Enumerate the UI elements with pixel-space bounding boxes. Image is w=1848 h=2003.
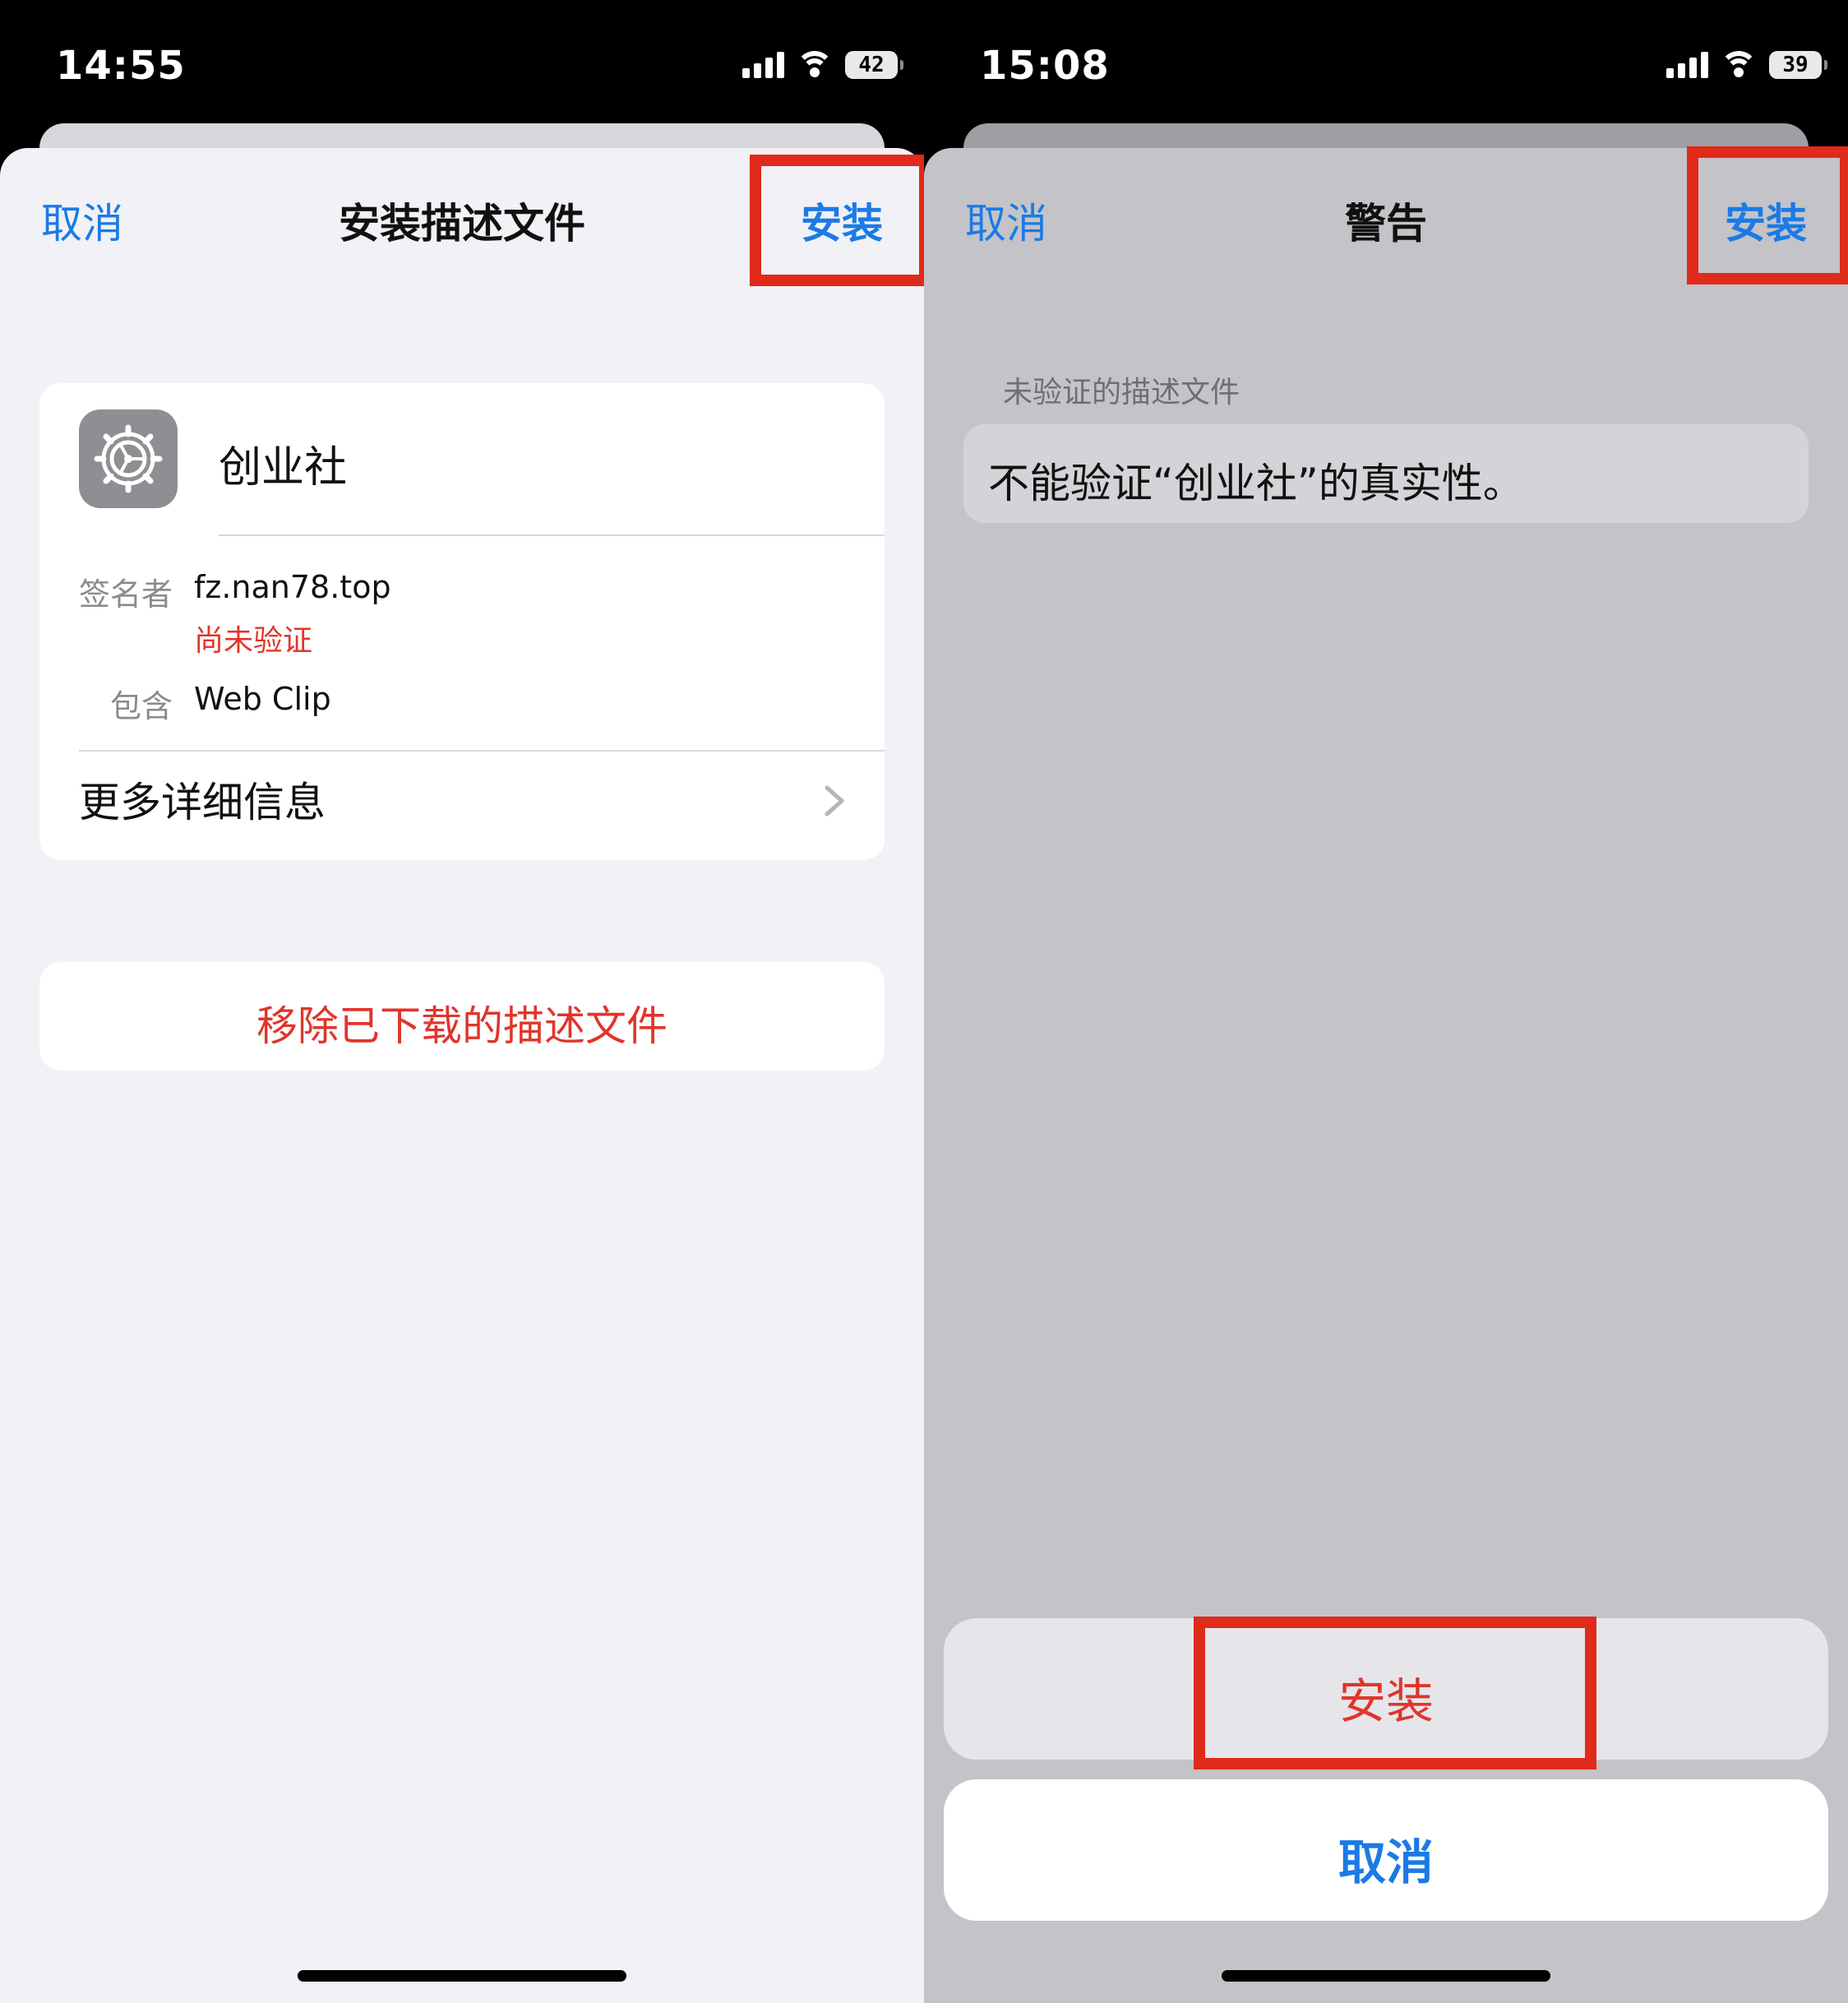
wifi-icon [796,51,834,79]
install-highlight-box [1687,146,1848,284]
status-icons: 39 [1666,51,1827,79]
signer-value: fz.nan78.top [194,569,391,605]
battery-level: 39 [1782,53,1809,77]
warning-message: 不能验证“创业社”的真实性。 [988,460,1524,507]
status-icons: 42 [742,51,903,79]
status-time: 15:08 [980,43,1110,89]
install-highlight-box [750,155,924,286]
cellular-signal-icon [1666,52,1708,78]
action-install-highlight-box [1194,1617,1596,1769]
status-time: 14:55 [56,43,186,89]
home-indicator [1222,1970,1550,1982]
profile-name: 创业社 [219,443,348,493]
warning-sheet: 取消 警告 安装 未验证的描述文件 不能验证“创业社”的真实性。 安装 取消 [924,146,1848,2003]
action-cancel-label: 取消 [1337,1834,1434,1890]
home-indicator [298,1970,626,1982]
status-bar: 15:08 39 [924,0,1848,123]
right-screenshot-panel: 15:08 39 取消 警告 安装 未验证的描述文件 不能验证“创业社”的真实性… [924,0,1848,2003]
remove-profile-label: 移除已下载的描述文件 [256,1002,668,1050]
wifi-icon [1720,51,1758,79]
signer-status: 尚未验证 [194,624,313,658]
left-screenshot-panel: 14:55 42 取消 安装描述文件 安装 创业社 签名者 fz.nan78.t… [0,0,924,2003]
cellular-signal-icon [742,52,784,78]
more-info-row[interactable]: 更多详细信息 [39,752,885,860]
more-info-label: 更多详细信息 [79,779,326,826]
battery-icon: 39 [1769,51,1827,79]
warning-caption: 未验证的描述文件 [1003,376,1240,409]
remove-profile-button[interactable]: 移除已下载的描述文件 [39,962,885,1071]
gear-icon [79,409,178,508]
battery-level: 42 [858,53,885,77]
chevron-right-icon [825,785,844,816]
action-cancel-button[interactable]: 取消 [944,1779,1828,1921]
status-bar: 14:55 42 [0,0,924,123]
profile-card: 创业社 签名者 fz.nan78.top 尚未验证 包含 Web Clip 更多… [39,383,885,860]
battery-icon: 42 [845,51,903,79]
install-profile-sheet: 取消 安装描述文件 安装 创业社 签名者 fz.nan78.top 尚未验证 包… [0,148,924,2003]
divider [219,534,885,536]
warning-message-box: 不能验证“创业社”的真实性。 [963,424,1809,523]
signer-label: 签名者 [79,576,173,613]
contains-value: Web Clip [194,681,331,717]
contains-label: 包含 [110,688,173,724]
